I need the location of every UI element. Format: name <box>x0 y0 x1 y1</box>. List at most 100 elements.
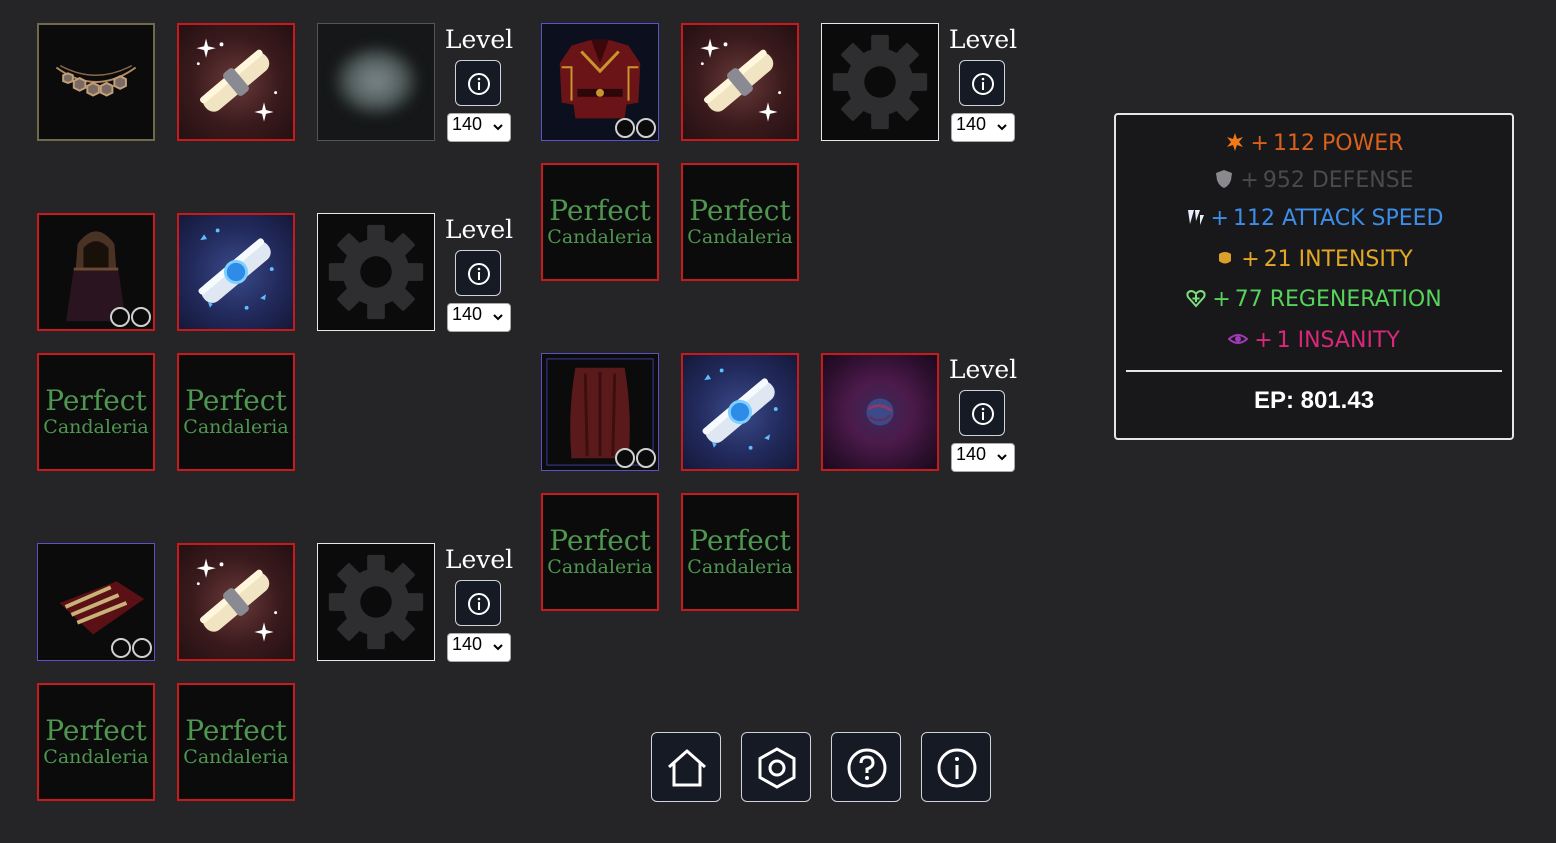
necklace-icon <box>55 64 137 97</box>
level-label: Level <box>444 215 514 244</box>
socket-indicators <box>614 118 656 138</box>
level-label: Level <box>948 355 1018 384</box>
augment-slot[interactable] <box>821 353 939 471</box>
perfect-slot[interactable]: Perfect Candaleria <box>541 163 659 281</box>
candaleria-label: Candaleria <box>547 556 653 578</box>
perfect-slot[interactable]: Perfect Candaleria <box>541 493 659 611</box>
perfect-label: Perfect <box>45 714 147 747</box>
socket-indicators <box>110 638 152 658</box>
level-label: Level <box>444 25 514 54</box>
level-select[interactable]: 140 <box>447 633 511 662</box>
candaleria-label: Candaleria <box>43 746 149 768</box>
socket-ring <box>132 638 152 658</box>
chevron-down-icon <box>997 124 1007 131</box>
level-info-button[interactable] <box>959 390 1005 436</box>
orb-icon <box>866 398 894 426</box>
level-control: Level 140 <box>949 355 1021 472</box>
info-icon <box>972 73 994 95</box>
stat-attack-speed: +112 ATTACK SPEED <box>1116 206 1512 231</box>
attack-speed-icon <box>1187 210 1204 225</box>
level-info-button[interactable] <box>959 60 1005 106</box>
socket-ring <box>615 118 635 138</box>
perfect-slot[interactable]: Perfect Candaleria <box>37 353 155 471</box>
scroll-slot[interactable] <box>681 353 799 471</box>
socket-indicators <box>614 448 656 468</box>
scroll-slot[interactable] <box>177 543 295 661</box>
item-slot-hood[interactable] <box>37 213 155 331</box>
level-control: Level 140 <box>949 25 1021 142</box>
info-icon <box>468 593 490 615</box>
perfect-slot[interactable]: Perfect Candaleria <box>37 683 155 801</box>
augment-slot[interactable] <box>317 543 435 661</box>
candaleria-label: Candaleria <box>687 556 793 578</box>
socket-ring <box>636 118 656 138</box>
augment-slot[interactable] <box>317 23 435 141</box>
perfect-slot[interactable]: Perfect Candaleria <box>681 493 799 611</box>
perfect-label: Perfect <box>549 524 651 557</box>
candaleria-label: Candaleria <box>43 416 149 438</box>
defense-icon <box>1216 170 1233 188</box>
info-icon <box>972 403 994 425</box>
info-icon <box>468 263 490 285</box>
chevron-down-icon <box>493 314 503 321</box>
chevron-down-icon <box>997 454 1007 461</box>
stat-defense: +952 DEFENSE <box>1116 168 1512 193</box>
gear-icon <box>328 554 424 650</box>
level-select[interactable]: 140 <box>951 443 1015 472</box>
scroll-slot[interactable] <box>681 23 799 141</box>
perfect-slot[interactable]: Perfect Candaleria <box>681 163 799 281</box>
socket-ring <box>111 638 131 658</box>
level-select[interactable]: 140 <box>447 303 511 332</box>
gear-icon <box>328 224 424 320</box>
level-select[interactable]: 140 <box>951 113 1015 142</box>
socket-ring <box>636 448 656 468</box>
augment-slot[interactable] <box>821 23 939 141</box>
home-icon <box>668 749 706 787</box>
ep-value: EP: 801.43 <box>1253 387 1375 414</box>
level-select[interactable]: 140 <box>447 113 511 142</box>
power-icon <box>1226 133 1243 151</box>
scroll-blue-icon <box>702 368 778 450</box>
home-button[interactable] <box>651 732 721 802</box>
settings-hex-icon <box>758 747 796 789</box>
stat-regeneration: +77 REGENERATION <box>1116 287 1512 312</box>
item-slot-necklace[interactable] <box>37 23 155 141</box>
candaleria-label: Candaleria <box>687 226 793 248</box>
socket-ring <box>615 448 635 468</box>
scroll-slot[interactable] <box>177 213 295 331</box>
socket-indicators <box>109 307 151 327</box>
perfect-slot[interactable]: Perfect Candaleria <box>177 683 295 801</box>
stats-panel: +112 POWER +952 DEFENSE +112 ATTACK SPEE… <box>1114 113 1514 440</box>
stat-power: +112 POWER <box>1116 131 1512 156</box>
info-button[interactable] <box>921 732 991 802</box>
stat-intensity: +21 INTENSITY <box>1116 247 1512 272</box>
perfect-label: Perfect <box>689 194 791 227</box>
item-slot-chest[interactable] <box>541 23 659 141</box>
regeneration-icon <box>1186 289 1206 308</box>
scroll-blue-icon <box>198 228 274 310</box>
level-info-button[interactable] <box>455 60 501 106</box>
level-info-button[interactable] <box>455 580 501 626</box>
scroll-slot[interactable] <box>177 23 295 141</box>
chevron-down-icon <box>493 124 503 131</box>
perfect-label: Perfect <box>549 194 651 227</box>
level-info-button[interactable] <box>455 250 501 296</box>
scroll-sparkle-icon <box>196 558 278 642</box>
stats-divider <box>1126 370 1502 372</box>
stat-insanity: +1 INSANITY <box>1116 328 1512 353</box>
intensity-icon <box>1219 252 1232 264</box>
candaleria-label: Candaleria <box>183 746 289 768</box>
perfect-slot[interactable]: Perfect Candaleria <box>177 353 295 471</box>
augment-slot[interactable] <box>317 213 435 331</box>
perfect-label: Perfect <box>45 384 147 417</box>
chevron-down-icon <box>493 644 503 651</box>
perfect-label: Perfect <box>689 524 791 557</box>
help-icon <box>847 748 887 788</box>
settings-button[interactable] <box>741 732 811 802</box>
help-button[interactable] <box>831 732 901 802</box>
item-slot-gloves[interactable] <box>37 543 155 661</box>
perfect-label: Perfect <box>185 714 287 747</box>
level-control: Level 140 <box>445 25 517 142</box>
item-slot-cloak[interactable] <box>541 353 659 471</box>
insanity-icon <box>1228 334 1249 344</box>
